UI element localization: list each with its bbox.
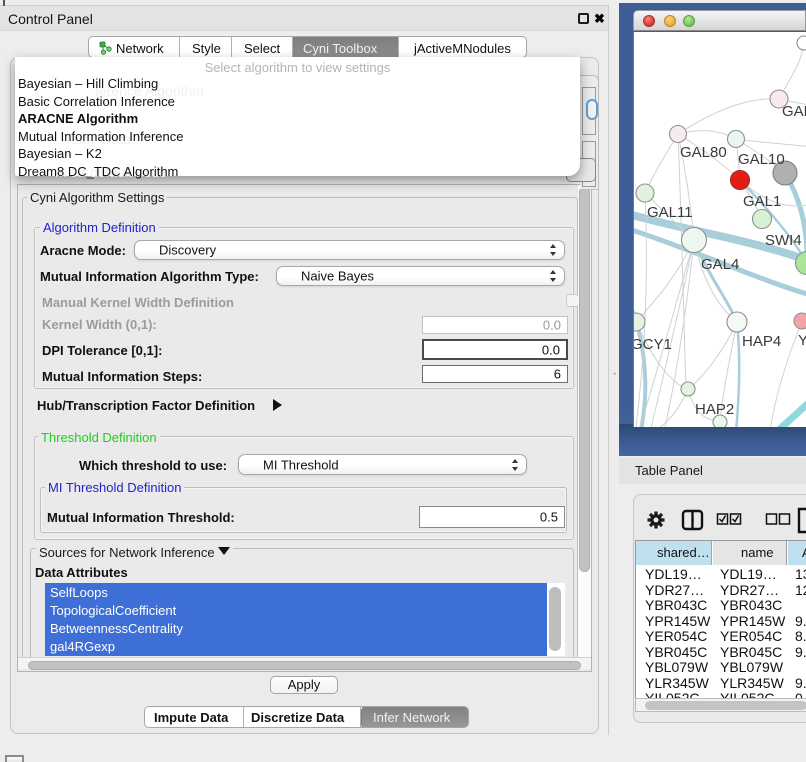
svg-text:GCY1: GCY1 [634,336,672,353]
svg-text:GAL4: GAL4 [701,256,739,273]
svg-text:HAP4: HAP4 [742,333,781,350]
svg-text:GAL11: GAL11 [647,204,693,221]
svg-text:GAL: GAL [782,103,806,120]
svg-text:GAL1: GAL1 [743,193,781,210]
svg-text:HAP2: HAP2 [695,401,734,418]
svg-text:GAL80: GAL80 [680,144,727,161]
svg-text:SWI4: SWI4 [765,232,802,249]
svg-text:GAL10: GAL10 [738,151,785,168]
svg-text:Y: Y [798,332,806,349]
